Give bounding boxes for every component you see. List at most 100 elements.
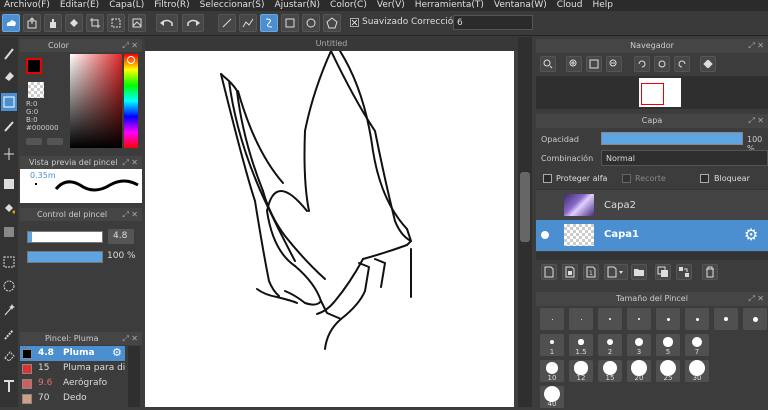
brush-size-cell[interactable]: 3 bbox=[627, 334, 651, 356]
layer-opacity-slider[interactable] bbox=[601, 132, 743, 145]
canvas-icon[interactable] bbox=[128, 14, 146, 32]
brush-size-cell[interactable]: 40 bbox=[540, 386, 564, 408]
text-tool-icon[interactable] bbox=[1, 377, 17, 395]
menu-item[interactable]: Ajustar(N) bbox=[270, 0, 326, 11]
menu-item[interactable]: Herramienta(T) bbox=[411, 0, 490, 11]
brush-size-cell[interactable] bbox=[685, 308, 709, 330]
brush-size-cell[interactable] bbox=[569, 308, 593, 330]
new-layer-icon[interactable] bbox=[541, 264, 557, 280]
brush-size-cell[interactable]: 30 bbox=[685, 360, 709, 382]
menu-item[interactable]: Color(C) bbox=[326, 0, 373, 11]
gradient-tool-icon[interactable] bbox=[1, 223, 17, 241]
brush-size-cell[interactable]: 15 bbox=[598, 360, 622, 382]
menu-item[interactable]: Ventana(W) bbox=[490, 0, 553, 11]
panel-controls-icon[interactable]: ⤢ ✕ bbox=[748, 39, 764, 53]
brush-list-item[interactable]: 70 Dedo bbox=[20, 391, 125, 406]
panel-controls-icon[interactable]: ⤢ ✕ bbox=[122, 208, 138, 221]
menu-item[interactable]: Capa(L) bbox=[105, 0, 150, 11]
magic-wand-icon[interactable] bbox=[1, 301, 17, 319]
menu-item[interactable]: Cloud bbox=[553, 0, 589, 11]
navigator-preview[interactable] bbox=[536, 76, 768, 109]
delete-layer-icon[interactable] bbox=[702, 264, 718, 280]
select-pen-icon[interactable] bbox=[1, 325, 17, 343]
brush-size-cell[interactable]: 1 bbox=[540, 334, 564, 356]
saturation-value-picker[interactable] bbox=[70, 54, 122, 148]
drawing-canvas[interactable] bbox=[145, 50, 514, 407]
bucket-tool-icon[interactable] bbox=[1, 199, 17, 217]
flip-horizontal-icon[interactable] bbox=[700, 56, 716, 72]
polyline-tool-icon[interactable] bbox=[239, 14, 257, 32]
layer-visibility-icon[interactable] bbox=[541, 231, 549, 239]
brush-size-cell[interactable] bbox=[656, 308, 680, 330]
brush-opacity-slider[interactable] bbox=[27, 251, 103, 263]
zoom-magnifier-icon[interactable] bbox=[566, 56, 582, 72]
transform-icon[interactable] bbox=[107, 14, 125, 32]
brush-size-value-box[interactable]: 4.8 bbox=[108, 229, 134, 244]
select-eraser-icon[interactable] bbox=[1, 347, 17, 365]
panel-controls-icon[interactable]: ⤢ ✕ bbox=[748, 292, 764, 306]
merge-layer-icon[interactable] bbox=[676, 264, 692, 280]
rectangle-tool-icon[interactable] bbox=[281, 14, 299, 32]
ellipse-tool-icon[interactable] bbox=[302, 14, 320, 32]
brush-size-cell[interactable] bbox=[743, 308, 767, 330]
layer-row-capa2[interactable]: Capa2 bbox=[536, 189, 768, 220]
lasso-select-icon[interactable] bbox=[1, 253, 17, 271]
lock-checkbox[interactable] bbox=[700, 174, 709, 183]
fill-icon[interactable] bbox=[65, 14, 83, 32]
hue-slider[interactable] bbox=[124, 54, 138, 148]
brush-size-cell[interactable] bbox=[598, 308, 622, 330]
menu-item[interactable]: Ver(V) bbox=[373, 0, 411, 11]
brush-size-cell[interactable]: 7 bbox=[685, 334, 709, 356]
duplicate-layer-icon[interactable] bbox=[655, 264, 671, 280]
redo-icon[interactable] bbox=[182, 14, 204, 32]
zoom-out-icon[interactable] bbox=[606, 56, 622, 72]
zoom-in-icon[interactable] bbox=[540, 56, 556, 72]
panel-controls-icon[interactable]: ⤢ ✕ bbox=[748, 114, 764, 128]
brush-size-cell[interactable]: 5 bbox=[656, 334, 680, 356]
menu-item[interactable]: Archivo(F) bbox=[0, 0, 56, 11]
menu-item[interactable]: Editar(E) bbox=[56, 0, 105, 11]
menu-item[interactable]: Filtro(R) bbox=[150, 0, 195, 11]
brush-size-cell[interactable] bbox=[714, 308, 738, 330]
smoothing-checkbox[interactable] bbox=[350, 18, 359, 27]
brush-settings-icon[interactable]: ⚙ bbox=[112, 346, 122, 359]
reset-rotation-icon[interactable] bbox=[654, 56, 670, 72]
brush-size-cell[interactable]: 10 bbox=[540, 360, 564, 382]
select-tool-icon[interactable] bbox=[1, 93, 17, 111]
canvas-tab[interactable]: Untitled bbox=[145, 37, 518, 51]
layer-settings-icon[interactable]: ⚙ bbox=[744, 225, 758, 244]
new-halftone-layer-icon[interactable]: 1 bbox=[583, 264, 599, 280]
brush-list-scrollbar[interactable] bbox=[128, 346, 140, 407]
panel-controls-icon[interactable]: ⤢ ✕ bbox=[122, 156, 138, 169]
pen-tool-icon[interactable] bbox=[1, 117, 17, 135]
menu-item[interactable]: Help bbox=[588, 0, 619, 11]
undo-icon[interactable] bbox=[156, 14, 178, 32]
color-add-button[interactable] bbox=[26, 138, 42, 145]
brush-size-slider[interactable] bbox=[27, 231, 103, 243]
navigator-viewport-box[interactable] bbox=[641, 83, 664, 105]
hue-handle[interactable] bbox=[127, 56, 135, 64]
blend-mode-select[interactable]: Normal bbox=[601, 150, 768, 166]
polygon-tool-icon[interactable] bbox=[323, 14, 341, 32]
menu-item[interactable]: Seleccionar(S) bbox=[196, 0, 271, 11]
canvas-scrollbar-thumb[interactable] bbox=[520, 172, 530, 242]
crop-icon[interactable] bbox=[86, 14, 104, 32]
move-tool-icon[interactable] bbox=[1, 145, 17, 163]
brush-size-cell[interactable]: 25 bbox=[656, 360, 680, 382]
curve-tool-icon[interactable] bbox=[260, 14, 278, 32]
brush-list-item[interactable]: 15 Pluma para dibujo bbox=[20, 361, 125, 376]
rotate-left-icon[interactable] bbox=[634, 56, 650, 72]
new-raster-layer-icon[interactable] bbox=[562, 264, 578, 280]
brush-size-cell[interactable]: 1.5 bbox=[569, 334, 593, 356]
clip-checkbox[interactable] bbox=[622, 174, 631, 183]
line-tool-icon[interactable] bbox=[218, 14, 236, 32]
brush-list-item[interactable]: 4.8 Pluma ⚙ bbox=[20, 346, 125, 361]
brush-tool-icon[interactable] bbox=[1, 45, 17, 63]
protect-alpha-checkbox[interactable] bbox=[543, 174, 552, 183]
brush-size-cell[interactable]: 12 bbox=[569, 360, 593, 382]
shape-tool-icon[interactable] bbox=[1, 175, 17, 193]
new-folder-icon[interactable] bbox=[631, 264, 647, 280]
transparent-swatch[interactable] bbox=[28, 82, 44, 98]
brush-list-item[interactable]: 9.6 Aerógrafo bbox=[20, 376, 125, 391]
brush-size-cell[interactable]: 2 bbox=[598, 334, 622, 356]
